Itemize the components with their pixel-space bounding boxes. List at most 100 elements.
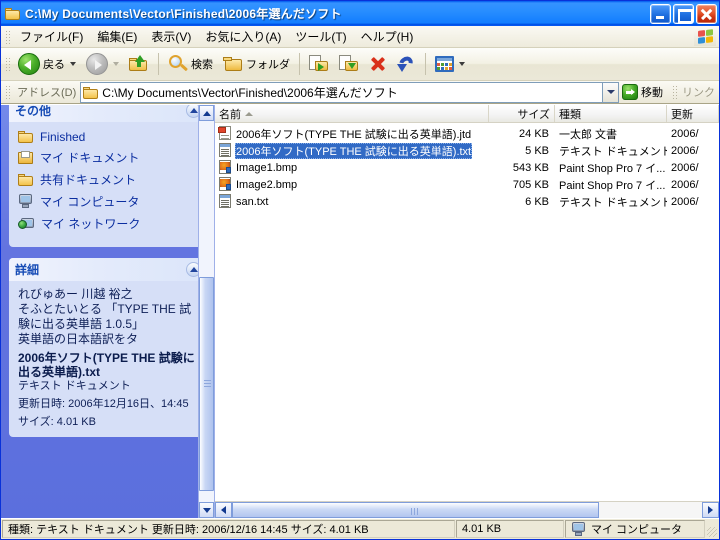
table-row[interactable]: Image2.bmp 705 KB Paint Shop Pro 7 イ... … [215,176,719,193]
windows-logo-icon [694,27,716,46]
sidebar-item-label: マイ コンピュータ [40,195,140,209]
menu-grip[interactable] [4,28,11,45]
details-modified: 更新日時: 2006年12月16日、14:45 [18,398,189,410]
details-body: れびゅあー 川越 裕之 そふとたいとる 「TYPE THE 試験に出る英単語 1… [9,281,206,437]
file-name-cell[interactable]: 2006年ソフト(TYPE THE 試験に出る英単語).txt [215,142,489,159]
search-button[interactable]: 検索 [163,50,218,78]
copy-to-button[interactable] [334,50,364,78]
scroll-left-button[interactable] [215,502,232,518]
other-places-body: Finished マイ ドキュメント 共有ドキュメント マイ コンピュータ マイ… [9,122,206,247]
file-size-cell: 6 KB [525,195,549,208]
undo-button[interactable] [392,50,421,78]
details-file-name: 2006年ソフト(TYPE THE 試験に出る英単語).txt [18,351,195,379]
table-row[interactable]: san.txt 6 KB テキスト ドキュメント 2006/ [215,193,719,210]
sidebar-item-my-documents[interactable]: マイ ドキュメント [18,149,197,166]
toolbar-separator [158,53,159,75]
file-list-body: 2006年ソフト(TYPE THE 試験に出る英単語).jtd 24 KB 一太… [215,123,719,501]
scroll-right-button[interactable] [702,502,719,518]
file-size-cell: 705 KB [512,178,549,191]
horizontal-scroll-track[interactable] [232,502,702,518]
address-input[interactable]: C:\My Documents\Vector\Finished\2006年選んだ… [80,81,602,103]
folder-icon [5,7,21,21]
sidebar-item-my-network[interactable]: マイ ネットワーク [18,215,197,232]
details-size: サイズ: 4.01 KB [18,416,96,428]
forward-button[interactable] [81,50,124,78]
column-header-name[interactable]: 名前 [215,105,489,122]
other-places-header[interactable]: その他 [9,105,206,122]
column-header-date[interactable]: 更新 [667,105,719,122]
back-dropdown-icon[interactable] [70,62,76,66]
back-button[interactable]: 戻る [13,50,81,78]
go-arrow-icon [622,84,638,100]
my-documents-icon [18,150,34,165]
close-button[interactable] [696,3,717,24]
window-title: C:\My Documents\Vector\Finished\2006年選んだ… [25,7,342,21]
table-row[interactable]: 2006年ソフト(TYPE THE 試験に出る英単語).jtd 24 KB 一太… [215,125,719,142]
up-button[interactable] [124,50,154,78]
maximize-button[interactable] [673,3,694,24]
sidebar-item-finished[interactable]: Finished [18,130,197,144]
menu-help[interactable]: ヘルプ(H) [354,26,421,47]
file-list-header: 名前 サイズ 種類 更新 [215,105,719,123]
file-type-cell: 一太郎 文書 [559,128,618,141]
file-name-cell[interactable]: Image1.bmp [215,160,489,175]
sidebar-item-label: Finished [40,130,86,144]
menu-file[interactable]: ファイル(F) [13,26,90,47]
delete-button[interactable] [364,50,392,78]
column-header-type[interactable]: 種類 [555,105,667,122]
menu-edit[interactable]: 編集(E) [90,26,144,47]
caption-buttons [650,3,717,24]
menu-favorites[interactable]: お気に入り(A) [198,26,288,47]
status-location: マイ コンピュータ [565,520,705,538]
file-type-cell: Paint Shop Pro 7 イ... [559,162,666,175]
address-grip[interactable] [4,84,11,100]
file-type-cell: テキスト ドキュメント [559,196,667,209]
address-dropdown-button[interactable] [602,81,619,103]
move-to-button[interactable] [304,50,334,78]
network-icon [18,216,35,231]
horizontal-scroll-thumb[interactable] [232,502,599,518]
file-list-pane: 名前 サイズ 種類 更新 2006年ソフト(TYPE THE 試験に出る英単語)… [214,105,719,518]
file-list-horizontal-scrollbar[interactable] [215,501,719,518]
table-row[interactable]: Image1.bmp 543 KB Paint Shop Pro 7 イ... … [215,159,719,176]
sidebar-scrollbar[interactable] [198,105,214,518]
menu-view[interactable]: 表示(V) [144,26,198,47]
address-value: C:\My Documents\Vector\Finished\2006年選んだ… [102,85,398,100]
file-name: 2006年ソフト(TYPE THE 試験に出る英単語).txt [235,142,473,159]
minimize-button[interactable] [650,3,671,24]
file-name: san.txt [236,195,269,208]
links-label[interactable]: リンク [680,84,719,100]
title-bar: C:\My Documents\Vector\Finished\2006年選んだ… [1,1,719,26]
file-name-cell[interactable]: 2006年ソフト(TYPE THE 試験に出る英単語).jtd [215,126,489,142]
details-file-type: テキスト ドキュメント [18,380,131,392]
details-title-line: そふとたいとる 「TYPE THE 試験に出る英単語 1.0.5」 [18,302,192,331]
file-name-cell[interactable]: Image2.bmp [215,177,489,192]
details-header[interactable]: 詳細 [9,258,206,281]
up-folder-icon [129,55,149,73]
file-name: Image1.bmp [236,161,298,174]
resize-grip[interactable] [705,519,719,539]
views-button[interactable] [430,50,470,78]
go-button[interactable]: 移動 [619,84,668,100]
scroll-up-button[interactable] [199,105,214,121]
sidebar-scroll-thumb[interactable] [199,277,214,491]
folders-button[interactable]: フォルダ [218,50,295,78]
forward-dropdown-icon[interactable] [113,62,119,66]
file-name-cell[interactable]: san.txt [215,194,489,209]
links-grip[interactable] [671,84,678,100]
table-row[interactable]: 2006年ソフト(TYPE THE 試験に出る英単語).txt 5 KB テキス… [215,142,719,159]
toolbar-grip[interactable] [4,56,11,72]
toolbar-separator-2 [299,53,300,75]
scroll-down-button[interactable] [199,502,214,518]
file-date-cell: 2006/ [671,178,699,191]
sidebar-scroll-track[interactable] [199,121,214,502]
views-dropdown-icon[interactable] [459,62,465,66]
sidebar-item-label: 共有ドキュメント [40,173,137,187]
file-size-cell: 543 KB [512,161,549,174]
sidebar-item-my-computer[interactable]: マイ コンピュータ [18,193,197,210]
column-header-size[interactable]: サイズ [489,105,555,122]
text-document-icon [218,143,232,158]
menu-tools[interactable]: ツール(T) [288,26,353,47]
folders-label: フォルダ [246,59,290,71]
sidebar-item-shared-documents[interactable]: 共有ドキュメント [18,171,197,188]
